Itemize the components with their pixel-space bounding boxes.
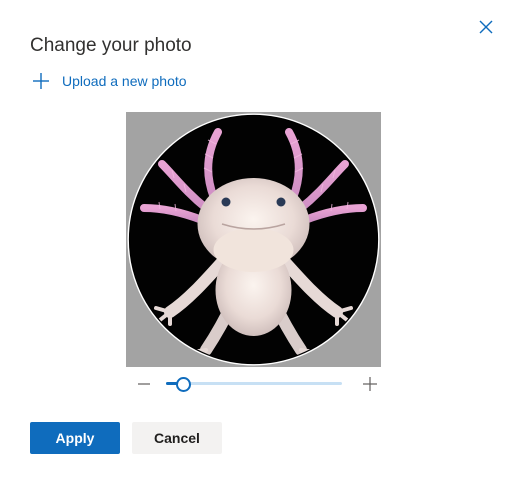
apply-button[interactable]: Apply [30,422,120,454]
zoom-out-button[interactable] [136,376,152,392]
photo-crop-area[interactable] [126,112,381,367]
upload-link-label: Upload a new photo [62,73,187,89]
close-button[interactable] [474,15,498,39]
plus-icon [363,377,377,391]
minus-icon [138,383,150,385]
change-photo-dialog: Change your photo Upload a new photo App… [0,0,509,480]
photo-preview [127,113,380,366]
zoom-slider-track[interactable] [166,382,342,385]
dialog-title: Change your photo [30,35,192,56]
close-icon [479,20,493,34]
zoom-control [136,372,381,396]
upload-new-photo-link[interactable]: Upload a new photo [30,69,187,93]
zoom-in-button[interactable] [362,376,378,392]
plus-icon [33,73,49,89]
cancel-button[interactable]: Cancel [132,422,222,454]
zoom-slider-thumb[interactable] [176,377,192,392]
